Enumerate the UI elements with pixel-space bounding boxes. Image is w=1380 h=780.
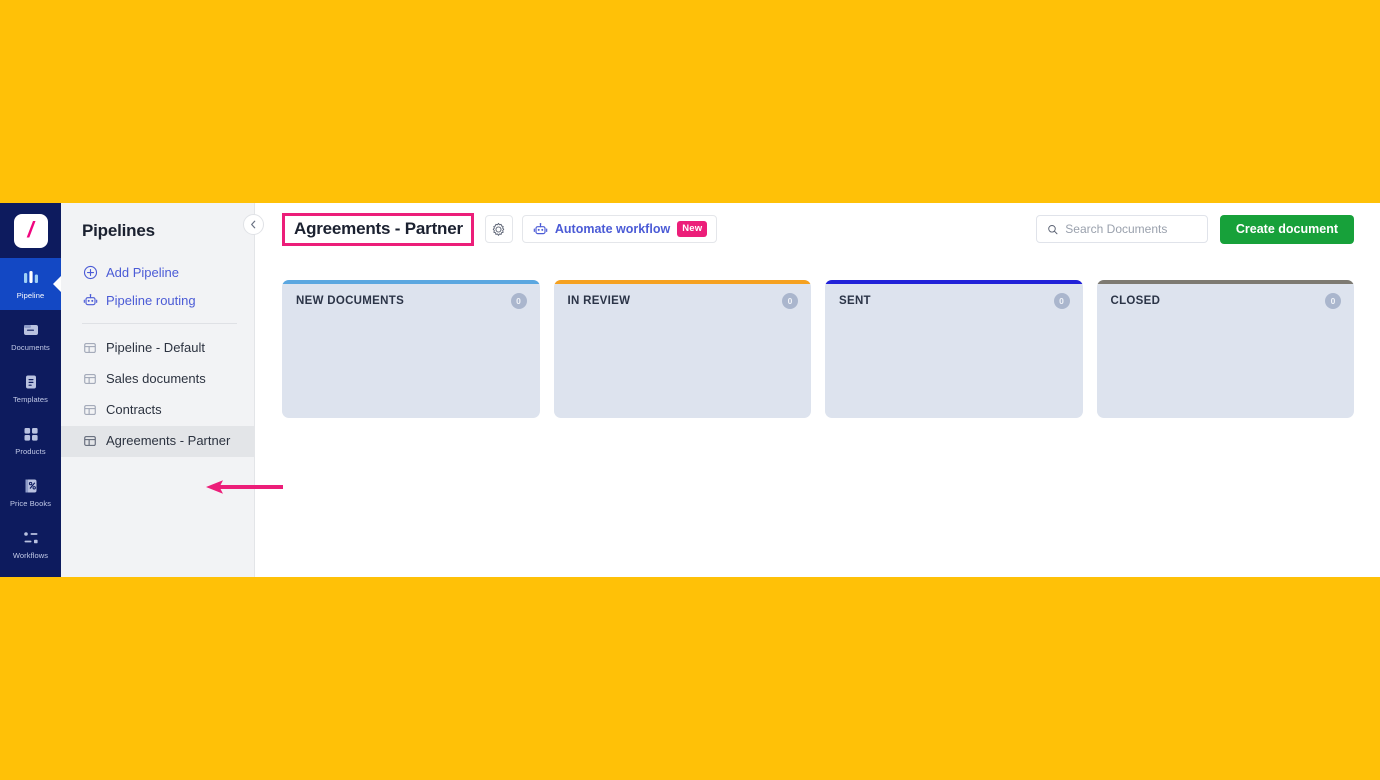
documents-icon xyxy=(23,325,38,335)
robot-icon xyxy=(83,293,98,305)
board-icon xyxy=(84,374,96,384)
chevron-left-icon xyxy=(251,220,256,229)
automate-workflow-button[interactable]: Automate workflow New xyxy=(521,215,718,243)
new-badge: New xyxy=(677,221,708,237)
kanban-column-closed[interactable]: CLOSED 0 xyxy=(1096,280,1355,418)
rail-item-workflows[interactable]: Workflows xyxy=(0,518,61,570)
toolbar-right-group: Create document xyxy=(1035,214,1354,244)
pipeline-routing-label: Pipeline routing xyxy=(106,292,196,308)
rail-label-pipeline: Pipeline xyxy=(16,291,45,300)
rail-label-products: Products xyxy=(15,447,46,456)
pipeline-routing-link[interactable]: Pipeline routing xyxy=(61,286,254,314)
board-title-highlight: Agreements - Partner xyxy=(282,212,474,246)
kanban-column-in-review[interactable]: IN REVIEW 0 xyxy=(553,280,812,418)
page-title: Agreements - Partner xyxy=(294,218,463,238)
app-window: / Pipeline Documents Templates Products … xyxy=(0,203,1380,577)
pipeline-item-label: Pipeline - Default xyxy=(106,340,205,355)
panel-divider xyxy=(82,323,237,324)
pipeline-item-agreements-partner[interactable]: Agreements - Partner xyxy=(61,426,254,457)
create-document-button[interactable]: Create document xyxy=(1219,214,1354,244)
column-title: IN REVIEW xyxy=(567,295,631,307)
column-title: SENT xyxy=(839,295,871,307)
add-pipeline-link[interactable]: Add Pipeline xyxy=(61,258,254,286)
rail-item-pipeline[interactable]: Pipeline xyxy=(0,258,61,310)
rail-item-products[interactable]: Products xyxy=(0,414,61,466)
board-icon xyxy=(84,343,96,353)
automate-workflow-label: Automate workflow xyxy=(554,222,671,236)
pipeline-item-label: Contracts xyxy=(106,402,162,417)
rail-label-templates: Templates xyxy=(12,395,49,404)
kanban-column-sent[interactable]: SENT 0 xyxy=(825,280,1083,418)
logo-slash-glyph: / xyxy=(27,217,34,242)
add-pipeline-label: Add Pipeline xyxy=(106,264,179,280)
board-icon xyxy=(84,405,96,415)
templates-icon xyxy=(25,375,36,389)
gear-icon xyxy=(493,222,505,236)
column-title: CLOSED xyxy=(1110,295,1161,307)
column-count-badge: 0 xyxy=(510,293,527,309)
kanban-column-new-documents[interactable]: NEW DOCUMENTS 0 xyxy=(282,280,540,418)
pipeline-icon xyxy=(23,271,38,283)
column-count-badge: 0 xyxy=(782,293,798,309)
collapse-sidebar-button[interactable] xyxy=(243,214,264,235)
products-icon xyxy=(24,428,38,441)
board-icon xyxy=(84,436,96,446)
pipeline-item-pipeline-default[interactable]: Pipeline - Default xyxy=(61,333,254,364)
rail-label-workflows: Workflows xyxy=(12,551,49,560)
plus-circle-icon xyxy=(83,265,98,279)
search-documents-box[interactable] xyxy=(1035,215,1208,243)
rail-label-price-books: Price Books xyxy=(9,499,52,508)
pipelines-panel: Pipelines Add Pipeline Pipeline routing xyxy=(61,203,264,577)
column-count-badge: 0 xyxy=(1325,293,1341,309)
column-title: NEW DOCUMENTS xyxy=(296,295,405,307)
search-icon xyxy=(1048,224,1058,234)
rail-label-documents: Documents xyxy=(11,343,50,352)
column-count-badge: 0 xyxy=(1053,293,1070,309)
pipeline-item-label: Agreements - Partner xyxy=(106,433,231,448)
kanban-board: NEW DOCUMENTS 0 IN REVIEW 0 SENT 0 CLOSE… xyxy=(255,255,1380,418)
pandadoc-logo[interactable]: / xyxy=(13,214,48,248)
board-toolbar: Agreements - Partner Automate workflow N… xyxy=(255,203,1380,255)
column-header: CLOSED 0 xyxy=(1097,284,1355,309)
rail-item-templates[interactable]: Templates xyxy=(0,362,61,414)
search-input[interactable] xyxy=(1065,222,1197,236)
robot-icon xyxy=(533,222,548,234)
pipeline-item-label: Sales documents xyxy=(106,371,206,386)
main-content: Agreements - Partner Automate workflow N… xyxy=(255,203,1380,577)
rail-item-price-books[interactable]: Price Books xyxy=(0,466,61,518)
pipelines-panel-title: Pipelines xyxy=(82,221,155,240)
column-header: IN REVIEW 0 xyxy=(554,284,812,309)
board-settings-button[interactable] xyxy=(484,215,513,243)
price-books-icon xyxy=(25,479,36,493)
rail-item-documents[interactable]: Documents xyxy=(0,310,61,362)
icon-rail: / Pipeline Documents Templates Products … xyxy=(0,203,61,577)
column-header: NEW DOCUMENTS 0 xyxy=(282,284,540,309)
pipeline-item-sales-documents[interactable]: Sales documents xyxy=(61,364,254,395)
pipeline-item-contracts[interactable]: Contracts xyxy=(61,395,254,426)
column-header: SENT 0 xyxy=(825,284,1083,309)
workflows-icon xyxy=(23,532,38,544)
